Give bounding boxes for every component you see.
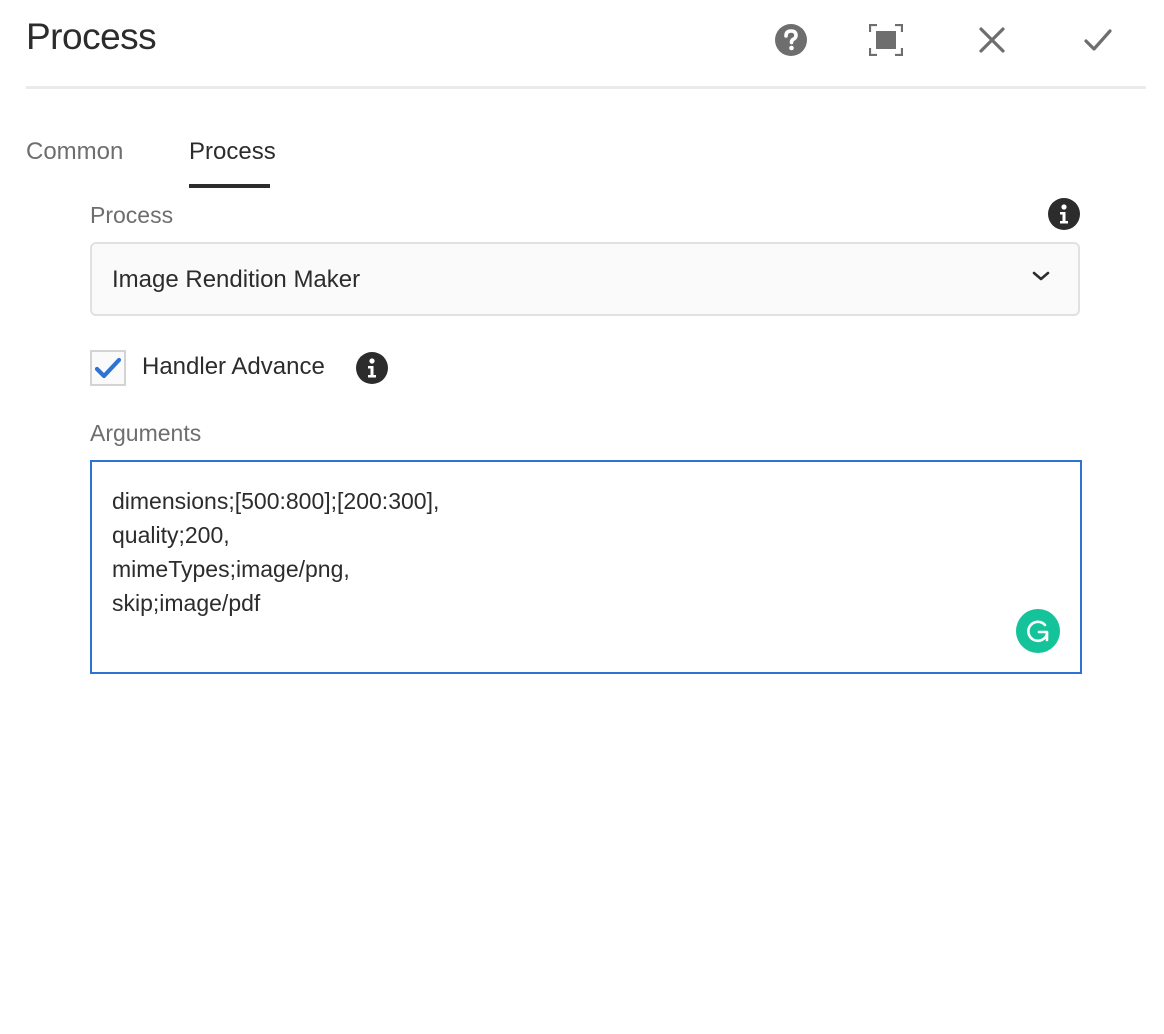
dialog-header: Process [26, 0, 1146, 89]
help-icon [775, 24, 807, 56]
handler-advance-checkbox[interactable] [90, 350, 126, 386]
tab-common[interactable]: Common [26, 138, 123, 166]
chevron-down-icon [1032, 271, 1050, 281]
checkmark-icon [1084, 29, 1112, 51]
dialog-title: Process [26, 16, 157, 57]
arguments-textarea[interactable]: dimensions;[500:800];[200:300], quality;… [90, 460, 1082, 674]
help-button[interactable] [771, 20, 811, 60]
handler-advance-info-button[interactable] [356, 352, 388, 384]
process-select-value: Image Rendition Maker [112, 266, 361, 293]
process-select[interactable]: Image Rendition Maker [90, 242, 1080, 316]
grammarly-icon [1027, 620, 1049, 643]
grammarly-button[interactable] [1016, 609, 1060, 653]
active-tab-indicator [189, 184, 270, 188]
fullscreen-button[interactable] [866, 20, 906, 60]
info-icon [368, 358, 376, 378]
tab-process[interactable]: Process [189, 138, 276, 166]
fullscreen-icon [869, 24, 903, 56]
close-button[interactable] [972, 20, 1012, 60]
process-info-button[interactable] [1048, 198, 1080, 230]
arguments-field-label: Arguments [90, 420, 202, 446]
done-button[interactable] [1078, 20, 1118, 60]
info-icon [1060, 204, 1068, 224]
process-field-label: Process [90, 202, 174, 228]
checkmark-icon [94, 357, 122, 379]
close-icon [979, 27, 1005, 53]
handler-advance-label: Handler Advance [142, 353, 325, 380]
